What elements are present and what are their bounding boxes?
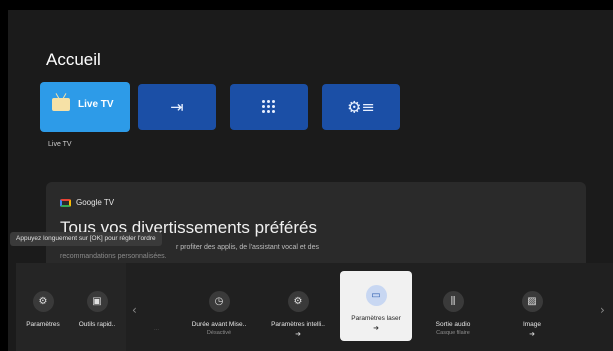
qs-label: Paramètres laser (351, 315, 401, 322)
tile-input-source[interactable]: ⇥ (138, 84, 216, 130)
tv-icon (52, 98, 70, 111)
input-icon: ⇥ (170, 97, 184, 117)
qs-laser-settings[interactable]: ▭ Paramètres laser ➜ (340, 271, 412, 341)
qs-label: Image (522, 321, 542, 328)
quick-settings-panel: ⚙ Paramètres ▣ Outils rapid.. ‹ ... ◷ Du… (16, 263, 613, 351)
qs-label: Durée avant Mise.. (191, 321, 247, 328)
google-tv-brand: Google TV (76, 198, 115, 207)
qs-label: Sortie audio (435, 321, 471, 328)
tile-live-tv-label: Live TV (78, 99, 114, 110)
qs-sublabel: Casque filaire (436, 330, 470, 336)
apps-grid-icon (262, 100, 276, 114)
qs-quick-tools[interactable]: ▣ Outils rapid.. (72, 291, 122, 328)
qs-label: Paramètres intelli.. (271, 321, 325, 328)
banner-subtext-2: recommandations personnalisées. (60, 253, 167, 260)
qs-label: Outils rapid.. (78, 321, 116, 328)
tv-screen: Accueil Live TV ⇥ ⚙≡ Live TV Google TV T… (8, 10, 613, 351)
tile-apps[interactable] (230, 84, 308, 130)
qs-sublabel: Désactivé (206, 330, 232, 336)
qs-label: Paramètres (26, 321, 60, 328)
qs-smart-settings[interactable]: ⚙ Paramètres intelli.. ➜ (263, 291, 333, 338)
tile-live-tv[interactable]: Live TV (40, 82, 130, 132)
image-icon: ▨ (521, 291, 543, 312)
qs-audio-output[interactable]: ⫼ Sortie audio Casque filaire (423, 291, 483, 336)
laser-icon: ▭ (365, 285, 387, 306)
page-title: Accueil (46, 50, 101, 69)
audio-icon: ⫼ (442, 291, 464, 312)
banner-subtext: r profiter des applis, de l'assistant vo… (176, 244, 319, 251)
toolbox-icon: ▣ (86, 291, 108, 312)
settings-list-icon: ⚙≡ (347, 97, 375, 117)
qs-sleep-timer[interactable]: ◷ Durée avant Mise.. Désactivé (184, 291, 254, 336)
qs-settings[interactable]: ⚙ Paramètres (21, 291, 65, 328)
tile-caption: Live TV (48, 141, 72, 148)
faded-item: ... (154, 326, 160, 332)
google-tv-logo-icon (60, 199, 71, 207)
arrow-icon: ➜ (295, 330, 301, 338)
pinned-settings: ⚙ Paramètres ▣ Outils rapid.. (16, 263, 126, 351)
chevron-left-icon[interactable]: ‹ (132, 303, 137, 317)
reorder-tooltip: Appuyez longuement sur [OK] pour régler … (10, 232, 162, 246)
arrow-icon: ➜ (373, 324, 379, 332)
gear-icon: ⚙ (32, 291, 54, 312)
chevron-right-icon[interactable]: › (600, 303, 605, 317)
smart-gear-icon: ⚙ (287, 291, 309, 312)
timer-icon: ◷ (208, 291, 230, 312)
tile-settings[interactable]: ⚙≡ (322, 84, 400, 130)
qs-image[interactable]: ▨ Image ➜ (508, 291, 556, 338)
arrow-icon: ➜ (529, 330, 535, 338)
